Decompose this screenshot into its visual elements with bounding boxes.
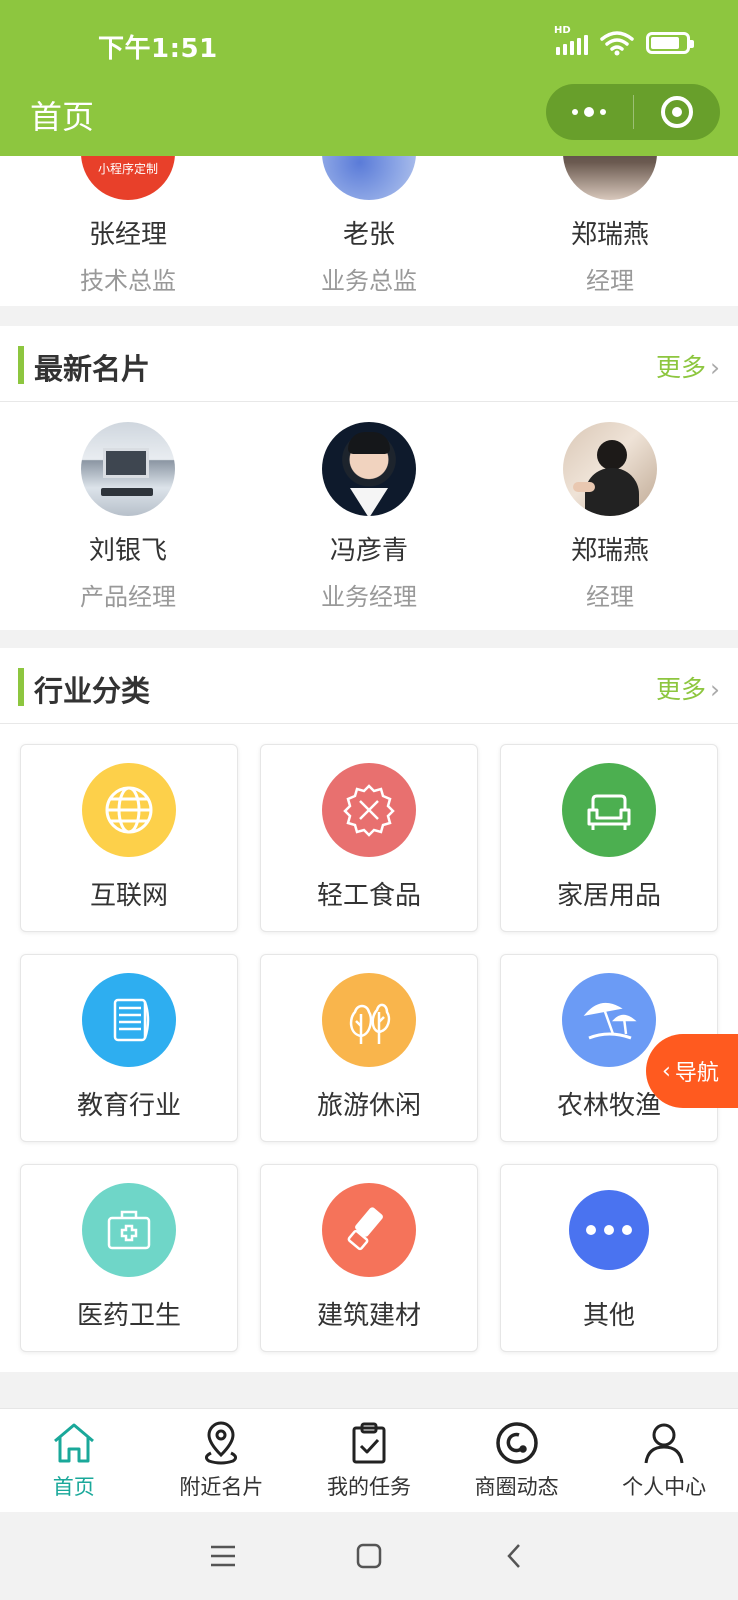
person-name: 郑瑞燕: [570, 536, 649, 566]
person-title: 产品经理: [80, 583, 176, 611]
more-menu-button[interactable]: [546, 84, 633, 140]
battery-icon: [646, 32, 694, 54]
globe-icon: [82, 763, 176, 857]
section-header: 最新名片 更多 ›: [0, 326, 738, 402]
category-label: 旅游休闲: [316, 1091, 421, 1121]
person-name: 郑瑞燕: [570, 220, 649, 250]
menu-icon[interactable]: [208, 1541, 238, 1571]
category-label: 其他: [582, 1301, 635, 1331]
section-header: 行业分类 更多 ›: [0, 648, 738, 724]
chevron-left-icon: ‹: [662, 1058, 671, 1084]
tab-personal-center[interactable]: 个人中心: [590, 1409, 738, 1512]
category-label: 轻工食品: [316, 881, 421, 911]
more-dots-icon: [572, 107, 607, 117]
tab-my-tasks[interactable]: 我的任务: [295, 1409, 443, 1512]
tab-label: 首页: [52, 1475, 95, 1499]
more-dots-icon: [562, 1183, 656, 1277]
more-link[interactable]: 更多 ›: [656, 670, 720, 706]
floating-nav-label: 导航: [674, 1061, 719, 1086]
person-card[interactable]: 郑瑞燕 经理: [490, 156, 730, 296]
person-name: 老张: [342, 220, 395, 250]
section-title: 最新名片: [34, 352, 151, 386]
category-light-food[interactable]: 轻工食品: [260, 744, 478, 932]
category-label: 建筑建材: [316, 1301, 421, 1331]
avatar: [322, 156, 416, 200]
person-title: 业务总监: [321, 267, 417, 295]
chevron-right-icon: ›: [710, 353, 720, 382]
beach-umbrella-icon: [562, 973, 656, 1067]
home-square-icon[interactable]: [354, 1541, 384, 1571]
category-travel[interactable]: 旅游休闲: [260, 954, 478, 1142]
clipboard-check-icon: [352, 1422, 386, 1464]
fork-knife-icon: [322, 763, 416, 857]
tab-home[interactable]: 首页: [0, 1409, 148, 1512]
category-label: 家居用品: [556, 881, 661, 911]
latest-cards-section: 最新名片 更多 › 刘银飞 产品经理 冯彦青 业务经理 郑瑞燕 经理: [0, 326, 738, 630]
category-other[interactable]: 其他: [500, 1164, 718, 1352]
person-card[interactable]: 郑瑞燕 经理: [490, 422, 730, 612]
featured-people-section: 小程序定制 张经理 技术总监 老张 业务总监 郑瑞燕 经理: [0, 156, 738, 306]
miniprogram-capsule: [546, 84, 720, 140]
avatar: 小程序定制: [81, 156, 175, 200]
category-label: 教育行业: [76, 1091, 181, 1121]
sofa-icon: [562, 763, 656, 857]
section-title: 行业分类: [34, 674, 151, 708]
medical-kit-icon: [82, 1183, 176, 1277]
category-label: 互联网: [89, 881, 168, 911]
category-label: 医药卫生: [76, 1301, 181, 1331]
person-title: 业务经理: [321, 583, 417, 611]
avatar: [322, 422, 416, 516]
category-home-goods[interactable]: 家居用品: [500, 744, 718, 932]
person-name: 刘银飞: [88, 536, 167, 566]
book-icon: [82, 973, 176, 1067]
person-card[interactable]: 刘银飞 产品经理: [8, 422, 248, 612]
avatar: [563, 156, 657, 200]
tab-label: 附近名片: [179, 1475, 264, 1499]
person-card[interactable]: 老张 业务总监: [249, 156, 489, 296]
avatar: [563, 422, 657, 516]
paint-roller-icon: [322, 1183, 416, 1277]
tab-business-news[interactable]: 商圈动态: [443, 1409, 591, 1512]
category-education[interactable]: 教育行业: [20, 954, 238, 1142]
close-miniprogram-button[interactable]: [634, 84, 721, 140]
circle-swirl-icon: [495, 1422, 538, 1464]
person-title: 技术总监: [80, 267, 176, 295]
page-title: 首页: [30, 98, 95, 136]
person-title: 经理: [586, 267, 634, 295]
person-card[interactable]: 小程序定制 张经理 技术总监: [8, 156, 248, 296]
person-name: 张经理: [88, 220, 167, 250]
wifi-icon: [600, 31, 634, 56]
status-time: 下午1:51: [98, 34, 218, 64]
chevron-right-icon: ›: [710, 675, 720, 704]
avatar: [81, 422, 175, 516]
industry-section: 行业分类 更多 › 互联网 轻工食品 家居用品 教育行业 旅游休闲 农林牧渔 医…: [0, 648, 738, 1372]
tab-nearby-cards[interactable]: 附近名片: [148, 1409, 296, 1512]
target-icon: [660, 96, 693, 128]
category-medical[interactable]: 医药卫生: [20, 1164, 238, 1352]
tree-icon: [322, 973, 416, 1067]
back-icon[interactable]: [500, 1541, 530, 1571]
more-link[interactable]: 更多 ›: [656, 348, 720, 384]
person-title: 经理: [586, 583, 634, 611]
floating-nav-button[interactable]: ‹ 导航: [646, 1034, 738, 1108]
tab-label: 个人中心: [622, 1475, 707, 1499]
user-icon: [644, 1423, 684, 1464]
home-icon: [53, 1423, 94, 1463]
tab-bar: 首页 附近名片 我的任务 商圈动态 个人中心: [0, 1408, 738, 1512]
status-icons: HD: [554, 25, 694, 56]
system-nav-bar: [0, 1512, 738, 1600]
person-name: 冯彦青: [329, 536, 408, 566]
top-bar: 下午1:51 HD 首页: [0, 0, 738, 156]
tab-label: 我的任务: [326, 1475, 411, 1499]
tab-label: 商圈动态: [474, 1475, 559, 1499]
category-internet[interactable]: 互联网: [20, 744, 238, 932]
signal-icon: HD: [554, 25, 588, 55]
location-pin-icon: [205, 1421, 238, 1465]
category-construction[interactable]: 建筑建材: [260, 1164, 478, 1352]
person-card[interactable]: 冯彦青 业务经理: [249, 422, 489, 612]
